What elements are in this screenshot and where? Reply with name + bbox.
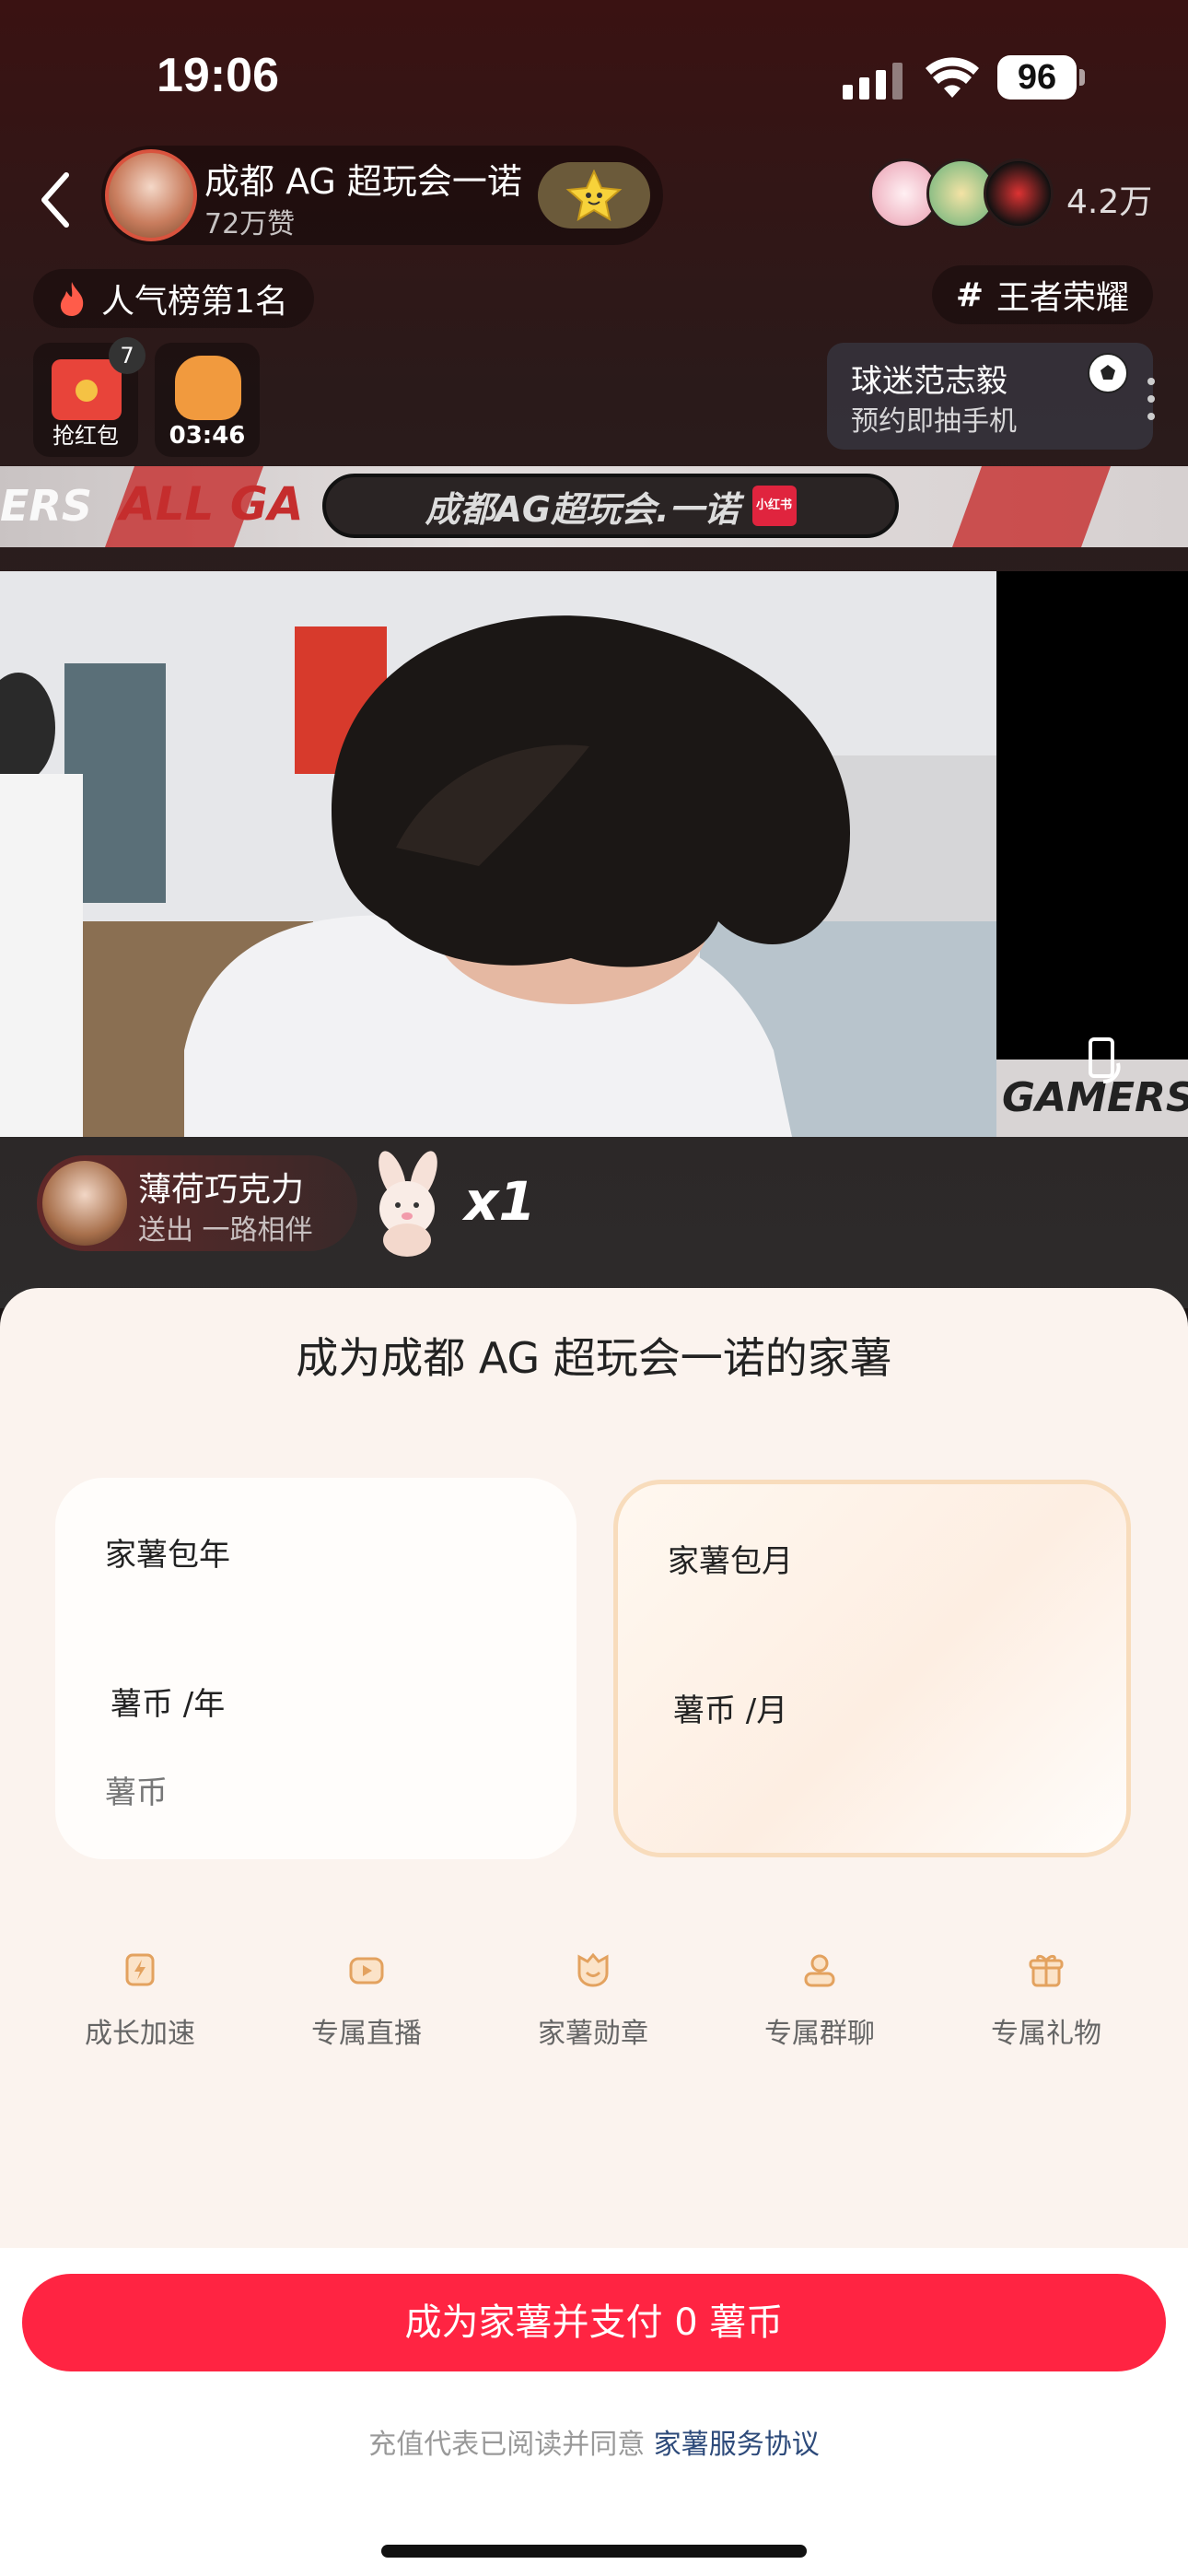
benefit-label: 成长加速: [85, 2018, 195, 2050]
plan-card-monthly[interactable]: 家薯包月 薯币 /月: [613, 1480, 1131, 1857]
benefit-label: 专属直播: [311, 2018, 422, 2050]
benefit-label: 家薯勋章: [538, 2018, 648, 2050]
wifi-icon: [926, 57, 979, 98]
plan-subtext: 薯币: [105, 1774, 168, 1811]
fire-icon: [60, 282, 84, 316]
red-packet-count-badge: 7: [109, 337, 146, 374]
sheet-title: 成为成都 AG 超玩会一诺的家薯: [296, 1333, 892, 1383]
follow-button[interactable]: [538, 162, 650, 228]
plan-name: 家薯包月: [668, 1543, 793, 1580]
battery-tip: [1079, 69, 1085, 86]
benefit-label: 专属群聊: [764, 2018, 875, 2050]
gift-action-text: 送出 一路相伴: [138, 1214, 313, 1247]
rotate-screen-icon[interactable]: [1077, 1036, 1129, 1087]
plan-price: 薯币 /年: [111, 1686, 226, 1723]
banner-stripe: [951, 466, 1112, 547]
medal-icon: [577, 1952, 609, 1987]
bunny-gift-icon: [379, 1151, 437, 1257]
promo-title: 球迷范志毅: [851, 363, 1007, 400]
plan-card-yearly[interactable]: 家薯包年 薯币 /年 薯币: [55, 1478, 577, 1859]
agreement-prefix: 充值代表已阅读并同意: [368, 2429, 646, 2461]
popularity-rank-badge[interactable]: 人气榜第1名: [33, 269, 314, 328]
envelope-seal: [76, 380, 98, 402]
home-indicator[interactable]: [381, 2545, 807, 2558]
benefit-exclusive-live[interactable]: 专属直播: [265, 1951, 468, 2051]
lucky-bag-timer: 03:46: [169, 422, 246, 450]
star-mascot-icon: [565, 170, 623, 221]
promo-card[interactable]: 球迷范志毅 预约即抽手机: [827, 343, 1155, 450]
status-bar: 19:06 96: [0, 0, 1188, 147]
live-video[interactable]: [0, 571, 996, 1137]
back-arrow-icon[interactable]: [35, 168, 76, 232]
lucky-bag-icon: [175, 356, 241, 420]
benefits-row: 成长加速 专属直播 家薯勋章 专属群聊 专属礼物: [0, 1951, 1188, 2053]
stream-banner: ERS ALL GA 成都AG超玩会.一诺 小红书: [0, 466, 1188, 547]
topic-tag[interactable]: # 王者荣耀: [931, 265, 1153, 324]
lucky-bag-widget[interactable]: 03:46: [155, 343, 260, 457]
play-icon: [349, 1957, 384, 1985]
gift-sender-name: 薄荷巧克力: [138, 1171, 305, 1209]
benefit-fan-medal[interactable]: 家薯勋章: [492, 1951, 694, 2051]
gift-icon: [1029, 1954, 1064, 1987]
soccer-ball-icon: [1088, 353, 1128, 393]
hash-icon: #: [955, 275, 984, 314]
sheet-footer: 成为家薯并支付 0 薯币 充值代表已阅读并同意 家薯服务协议: [0, 2248, 1188, 2576]
banner-side-text-left: ERS: [0, 481, 92, 531]
xiaohongshu-logo: 小红书: [751, 486, 797, 526]
banner-title-pill: 成都AG超玩会.一诺 小红书: [322, 474, 899, 538]
host-avatar[interactable]: [105, 149, 197, 241]
agreement-text: 充值代表已阅读并同意 家薯服务协议: [0, 2421, 1188, 2462]
gift-sender-avatar[interactable]: [42, 1161, 127, 1246]
benefit-label: 专属礼物: [991, 2018, 1101, 2050]
battery-indicator: 96: [997, 55, 1077, 100]
host-likes: 72万赞: [204, 208, 296, 240]
video-frame-illustration: [0, 571, 996, 1137]
viewer-count: 4.2万: [1066, 183, 1153, 221]
gift-notification: 薄荷巧克力 送出 一路相伴 x1: [37, 1151, 774, 1257]
promo-subtitle: 预约即抽手机: [851, 405, 1017, 438]
host-name: 成都 AG 超玩会一诺: [204, 161, 522, 202]
bolt-icon: [125, 1953, 155, 1986]
red-packet-widget[interactable]: 抢红包 7: [33, 337, 146, 457]
red-packet-label: 抢红包: [52, 423, 119, 449]
banner-title: 成都AG超玩会.一诺: [425, 488, 740, 530]
cellular-signal-icon: [843, 63, 903, 100]
benefit-growth-boost[interactable]: 成长加速: [39, 1951, 241, 2051]
viewer-avatar[interactable]: [984, 158, 1054, 228]
gift-count: x1: [464, 1170, 536, 1233]
pay-membership-button[interactable]: 成为家薯并支付 0 薯币: [22, 2274, 1166, 2371]
plan-price: 薯币 /月: [673, 1692, 788, 1729]
plan-name: 家薯包年: [105, 1537, 230, 1574]
host-info-pill[interactable]: 成都 AG 超玩会一诺 72万赞: [101, 146, 663, 245]
rank-text: 人气榜第1名: [101, 283, 288, 321]
status-time: 19:06: [157, 49, 279, 102]
banner-side-text-right: ALL GA: [120, 477, 304, 531]
benefit-group-chat[interactable]: 专属群聊: [718, 1951, 921, 2051]
more-dots-icon[interactable]: [1147, 376, 1155, 422]
live-header: 成都 AG 超玩会一诺 72万赞 4.2万: [0, 146, 1188, 247]
gift-sender-pill: 薄荷巧克力 送出 一路相伴: [37, 1155, 357, 1251]
topic-text: 王者荣耀: [996, 279, 1129, 317]
benefit-exclusive-gift[interactable]: 专属礼物: [945, 1951, 1147, 2051]
group-icon: [804, 1954, 835, 1987]
viewer-avatars[interactable]: 4.2万: [869, 158, 1164, 232]
service-agreement-link[interactable]: 家薯服务协议: [654, 2429, 820, 2461]
